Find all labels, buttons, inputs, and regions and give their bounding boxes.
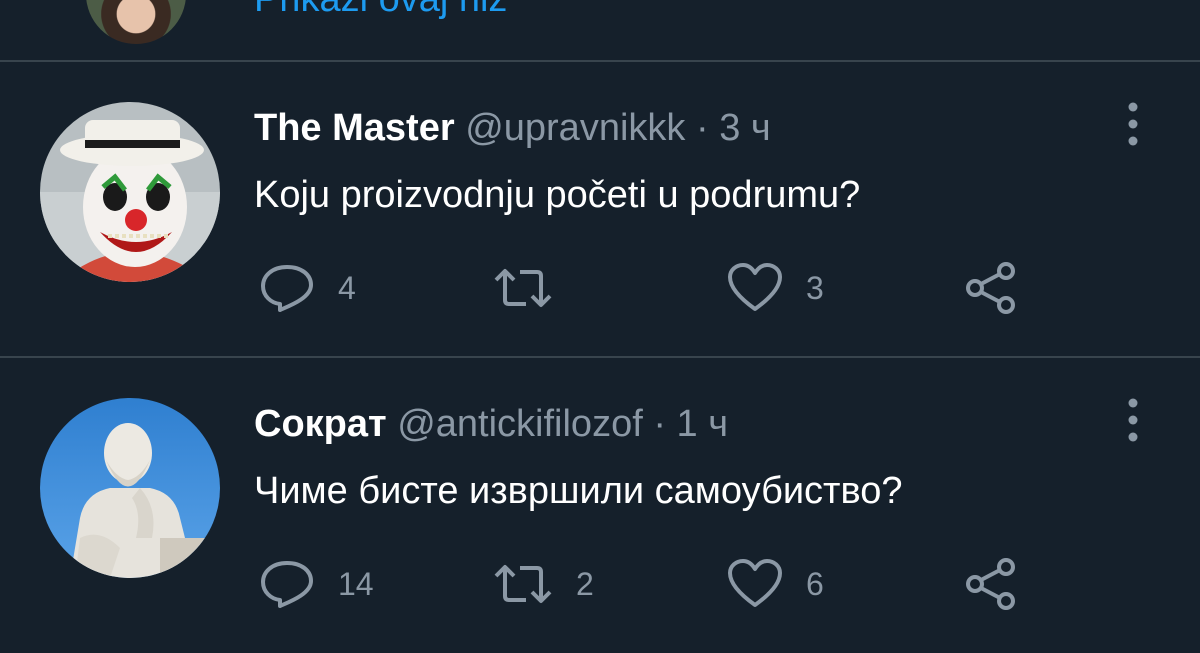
more-vertical-icon: [1128, 398, 1138, 442]
avatar[interactable]: [86, 0, 186, 44]
share-button[interactable]: [964, 258, 1018, 318]
share-icon: [966, 262, 1015, 314]
display-name[interactable]: Сократ: [254, 403, 387, 445]
retweet-count: 2: [576, 565, 594, 602]
more-options-button[interactable]: [1108, 390, 1158, 450]
display-name[interactable]: The Master: [254, 107, 455, 149]
tweet-header: Сократ @antickifilozof · 1 ч: [254, 402, 728, 446]
tweet-text: Koju proizvodnju početi u podrumu?: [254, 174, 861, 216]
like-button[interactable]: 6: [726, 554, 824, 614]
more-options-button[interactable]: [1108, 94, 1158, 154]
reply-button[interactable]: 4: [258, 258, 356, 318]
reply-count: 4: [338, 269, 356, 306]
like-count: 6: [806, 565, 824, 602]
tweet-header: The Master @upravnikkk · 3 ч: [254, 106, 771, 150]
tweet-actions: 14 2 6: [254, 554, 1054, 614]
retweet-icon: [494, 565, 552, 603]
reply-button[interactable]: 14: [258, 554, 374, 614]
avatar[interactable]: [40, 102, 220, 282]
username[interactable]: @antickifilozof: [397, 403, 643, 445]
avatar[interactable]: [40, 398, 220, 578]
heart-icon: [728, 263, 782, 311]
like-button[interactable]: 3: [726, 258, 824, 318]
tweet-actions: 4 3: [254, 258, 1054, 318]
tweet[interactable]: The Master @upravnikkk · 3 ч Koju proizv…: [0, 62, 1200, 357]
like-count: 3: [806, 269, 824, 306]
more-vertical-icon: [1128, 102, 1138, 146]
retweet-button[interactable]: [492, 258, 576, 318]
username[interactable]: @upravnikkk: [465, 107, 685, 149]
reply-icon: [261, 265, 313, 312]
reply-icon: [261, 561, 313, 608]
timestamp[interactable]: 1 ч: [677, 403, 729, 445]
retweet-icon: [494, 269, 552, 307]
show-thread-link[interactable]: Prikaži ovaj niz: [254, 0, 507, 21]
tweet[interactable]: Сократ @antickifilozof · 1 ч Чиме бисте …: [0, 358, 1200, 653]
tweet-text: Чиме бисте извршили самоубиство?: [254, 470, 903, 512]
separator: ·: [653, 403, 666, 445]
separator: ·: [695, 107, 709, 149]
heart-icon: [728, 559, 782, 607]
timestamp[interactable]: 3 ч: [719, 107, 771, 149]
previous-tweet-fragment: Prikaži ovaj niz: [0, 0, 1200, 60]
share-icon: [966, 558, 1015, 610]
retweet-button[interactable]: 2: [492, 554, 594, 614]
share-button[interactable]: [964, 554, 1018, 614]
reply-count: 14: [338, 565, 374, 602]
